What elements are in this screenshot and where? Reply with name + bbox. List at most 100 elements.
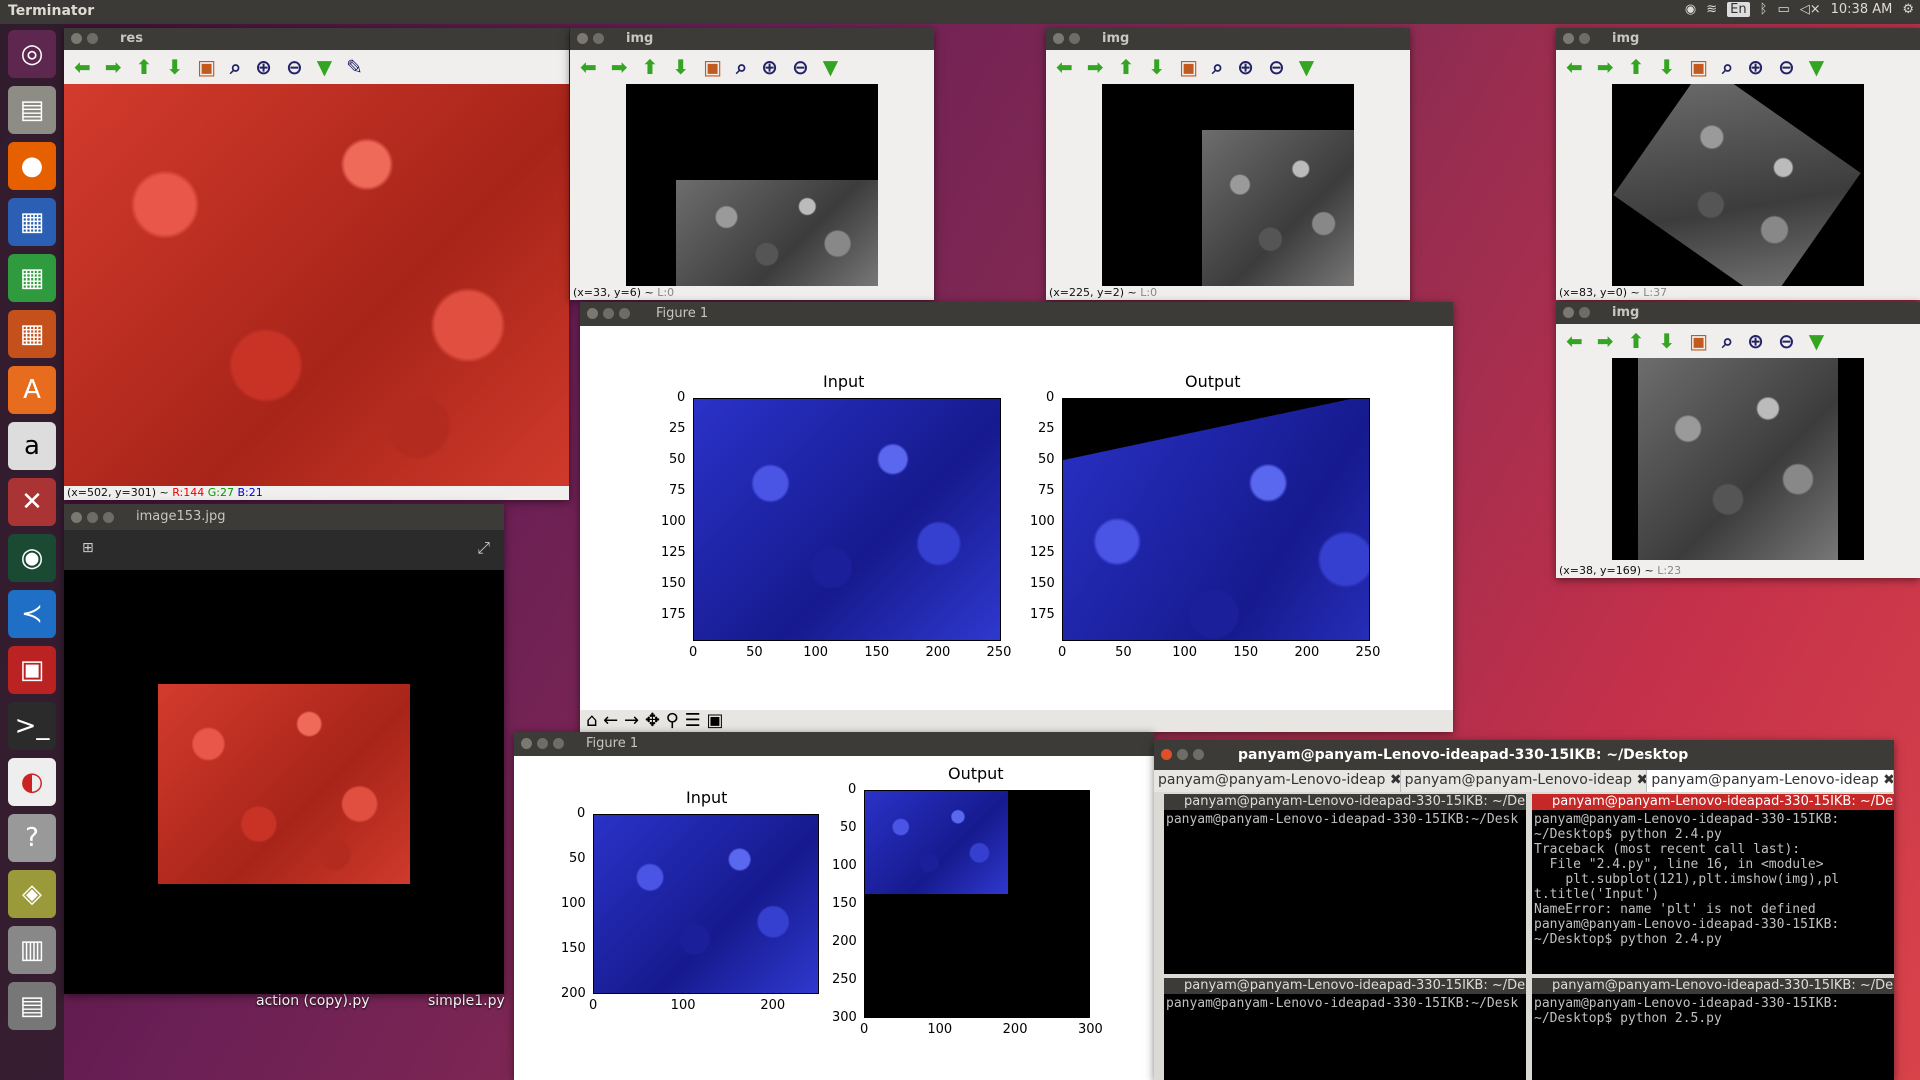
title-bar[interactable]: Figure 1 bbox=[514, 732, 1154, 756]
minimize-icon[interactable] bbox=[1177, 749, 1188, 760]
zoom-out-icon[interactable]: ⊖ bbox=[792, 55, 809, 79]
zoom-out-icon[interactable]: ⊖ bbox=[1268, 55, 1285, 79]
fullscreen-icon[interactable]: ⤢ bbox=[477, 538, 490, 558]
zoom-fit-icon[interactable]: ⌕ bbox=[1212, 55, 1223, 79]
arrow-up-icon[interactable]: ⬆ bbox=[1628, 55, 1645, 79]
gear-icon[interactable]: ⚙ bbox=[1902, 2, 1914, 17]
minimize-icon[interactable] bbox=[87, 33, 98, 44]
desktop-file[interactable]: action (copy).py bbox=[256, 993, 370, 1009]
terminal-tab[interactable]: panyam@panyam-Lenovo-ideap ✖ bbox=[1647, 770, 1894, 792]
close-icon[interactable] bbox=[71, 512, 82, 523]
back-icon[interactable]: ← bbox=[603, 710, 618, 731]
image-icon[interactable]: ▣ bbox=[703, 55, 722, 79]
battery-icon[interactable]: ▭ bbox=[1777, 2, 1789, 17]
vscode-icon[interactable]: ≺ bbox=[8, 590, 56, 638]
image-canvas[interactable] bbox=[64, 84, 569, 486]
minimize-icon[interactable] bbox=[87, 512, 98, 523]
home-icon[interactable]: ⌂ bbox=[586, 710, 597, 731]
image-icon[interactable]: ▣ bbox=[1689, 55, 1708, 79]
arrow-left-icon[interactable]: ⬅ bbox=[1566, 329, 1583, 353]
close-icon[interactable] bbox=[1563, 33, 1574, 44]
image-icon[interactable]: ▣ bbox=[1179, 55, 1198, 79]
image-icon[interactable]: ▣ bbox=[1689, 329, 1708, 353]
terminal-icon[interactable]: >_ bbox=[8, 702, 56, 750]
zoom-in-icon[interactable]: ⊕ bbox=[255, 55, 272, 79]
arrow-right-icon[interactable]: ➡ bbox=[105, 55, 122, 79]
terminal-pane-2[interactable]: panyam@panyam-Lenovo-ideapad-330-15IKB: … bbox=[1532, 794, 1894, 974]
configure-icon[interactable]: ☰ bbox=[685, 710, 701, 731]
title-bar[interactable]: img bbox=[570, 28, 934, 50]
terminal-tab[interactable]: panyam@panyam-Lenovo-ideap ✖ bbox=[1401, 770, 1648, 792]
arrow-left-icon[interactable]: ⬅ bbox=[1566, 55, 1583, 79]
zoom-in-icon[interactable]: ⊕ bbox=[1237, 55, 1254, 79]
arrow-left-icon[interactable]: ⬅ bbox=[1056, 55, 1073, 79]
arrow-left-icon[interactable]: ⬅ bbox=[74, 55, 91, 79]
title-bar[interactable]: img bbox=[1556, 28, 1920, 50]
zoom-out-icon[interactable]: ⊖ bbox=[1778, 55, 1795, 79]
close-tab-icon[interactable]: ✖ bbox=[1390, 772, 1400, 788]
arrow-down-icon[interactable]: ⬇ bbox=[1148, 55, 1165, 79]
close-icon[interactable] bbox=[1563, 307, 1574, 318]
maximize-icon[interactable] bbox=[553, 738, 564, 749]
workspaces-icon[interactable]: ▥ bbox=[8, 926, 56, 974]
title-bar[interactable]: panyam@panyam-Lenovo-ideapad-330-15IKB: … bbox=[1154, 740, 1894, 770]
save-icon[interactable]: ▼ bbox=[1809, 55, 1824, 79]
zoom-in-icon[interactable]: ⊕ bbox=[1747, 329, 1764, 353]
arrow-right-icon[interactable]: ➡ bbox=[1597, 55, 1614, 79]
zoom-fit-icon[interactable]: ⌕ bbox=[736, 55, 747, 79]
title-bar[interactable]: image153.jpg bbox=[64, 504, 504, 530]
ubuntu-logo-icon[interactable]: ◎ bbox=[8, 30, 56, 78]
arrow-up-icon[interactable]: ⬆ bbox=[1628, 329, 1645, 353]
zoom-fit-icon[interactable]: ⌕ bbox=[230, 55, 241, 79]
close-tab-icon[interactable]: ✖ bbox=[1883, 772, 1893, 788]
chrome-icon[interactable]: ◉ bbox=[1685, 2, 1696, 17]
close-icon[interactable] bbox=[587, 308, 598, 319]
title-bar[interactable]: img bbox=[1556, 302, 1920, 324]
help-icon[interactable]: ? bbox=[8, 814, 56, 862]
amazon-icon[interactable]: a bbox=[8, 422, 56, 470]
terminal-pane-1[interactable]: panyam@panyam-Lenovo-ideapad-330-15IKB: … bbox=[1164, 794, 1526, 974]
minimize-icon[interactable] bbox=[593, 33, 604, 44]
zoom-in-icon[interactable]: ⊕ bbox=[761, 55, 778, 79]
wifi-icon[interactable]: ≋ bbox=[1706, 2, 1717, 17]
settings-icon[interactable]: ✕ bbox=[8, 478, 56, 526]
forward-icon[interactable]: → bbox=[624, 710, 639, 731]
ubuntu-one-icon[interactable]: ◐ bbox=[8, 758, 56, 806]
writer-icon[interactable]: ▦ bbox=[8, 198, 56, 246]
maximize-icon[interactable] bbox=[1193, 749, 1204, 760]
close-icon[interactable] bbox=[521, 738, 532, 749]
save-icon[interactable]: ▼ bbox=[1809, 329, 1824, 353]
title-bar[interactable]: img bbox=[1046, 28, 1410, 50]
zoom-fit-icon[interactable]: ⌕ bbox=[1722, 329, 1733, 353]
files-icon[interactable]: ▤ bbox=[8, 86, 56, 134]
maximize-icon[interactable] bbox=[619, 308, 630, 319]
terminal-tab[interactable]: panyam@panyam-Lenovo-ideap ✖ bbox=[1154, 770, 1401, 792]
close-icon[interactable] bbox=[71, 33, 82, 44]
title-bar[interactable]: Figure 1 bbox=[580, 302, 1453, 326]
arrow-left-icon[interactable]: ⬅ bbox=[580, 55, 597, 79]
arrow-down-icon[interactable]: ⬇ bbox=[1658, 55, 1675, 79]
title-bar[interactable]: res bbox=[64, 28, 569, 50]
arrow-down-icon[interactable]: ⬇ bbox=[672, 55, 689, 79]
arrow-right-icon[interactable]: ➡ bbox=[611, 55, 628, 79]
zoom-icon[interactable]: ⚲ bbox=[666, 710, 679, 731]
terminator-icon[interactable]: ▣ bbox=[8, 646, 56, 694]
minimize-icon[interactable] bbox=[1579, 307, 1590, 318]
minimize-icon[interactable] bbox=[1069, 33, 1080, 44]
close-icon[interactable] bbox=[1053, 33, 1064, 44]
zoom-in-icon[interactable]: ⊕ bbox=[1747, 55, 1764, 79]
terminal-pane-4[interactable]: panyam@panyam-Lenovo-ideapad-330-15IKB: … bbox=[1532, 978, 1894, 1080]
properties-icon[interactable]: ✎ bbox=[346, 55, 363, 79]
desktop-file[interactable]: simple1.py bbox=[428, 993, 505, 1009]
zoom-out-icon[interactable]: ⊖ bbox=[286, 55, 303, 79]
minimize-icon[interactable] bbox=[1579, 33, 1590, 44]
terminal-pane-3[interactable]: panyam@panyam-Lenovo-ideapad-330-15IKB: … bbox=[1164, 978, 1526, 1080]
minimize-icon[interactable] bbox=[537, 738, 548, 749]
image-canvas[interactable] bbox=[1612, 84, 1864, 286]
software-center-icon[interactable]: A bbox=[8, 366, 56, 414]
calc-icon[interactable]: ▦ bbox=[8, 254, 56, 302]
add-icon[interactable]: ⊞ bbox=[82, 540, 94, 556]
save-icon[interactable]: ▼ bbox=[317, 55, 332, 79]
zoom-fit-icon[interactable]: ⌕ bbox=[1722, 55, 1733, 79]
arrow-down-icon[interactable]: ⬇ bbox=[1658, 329, 1675, 353]
